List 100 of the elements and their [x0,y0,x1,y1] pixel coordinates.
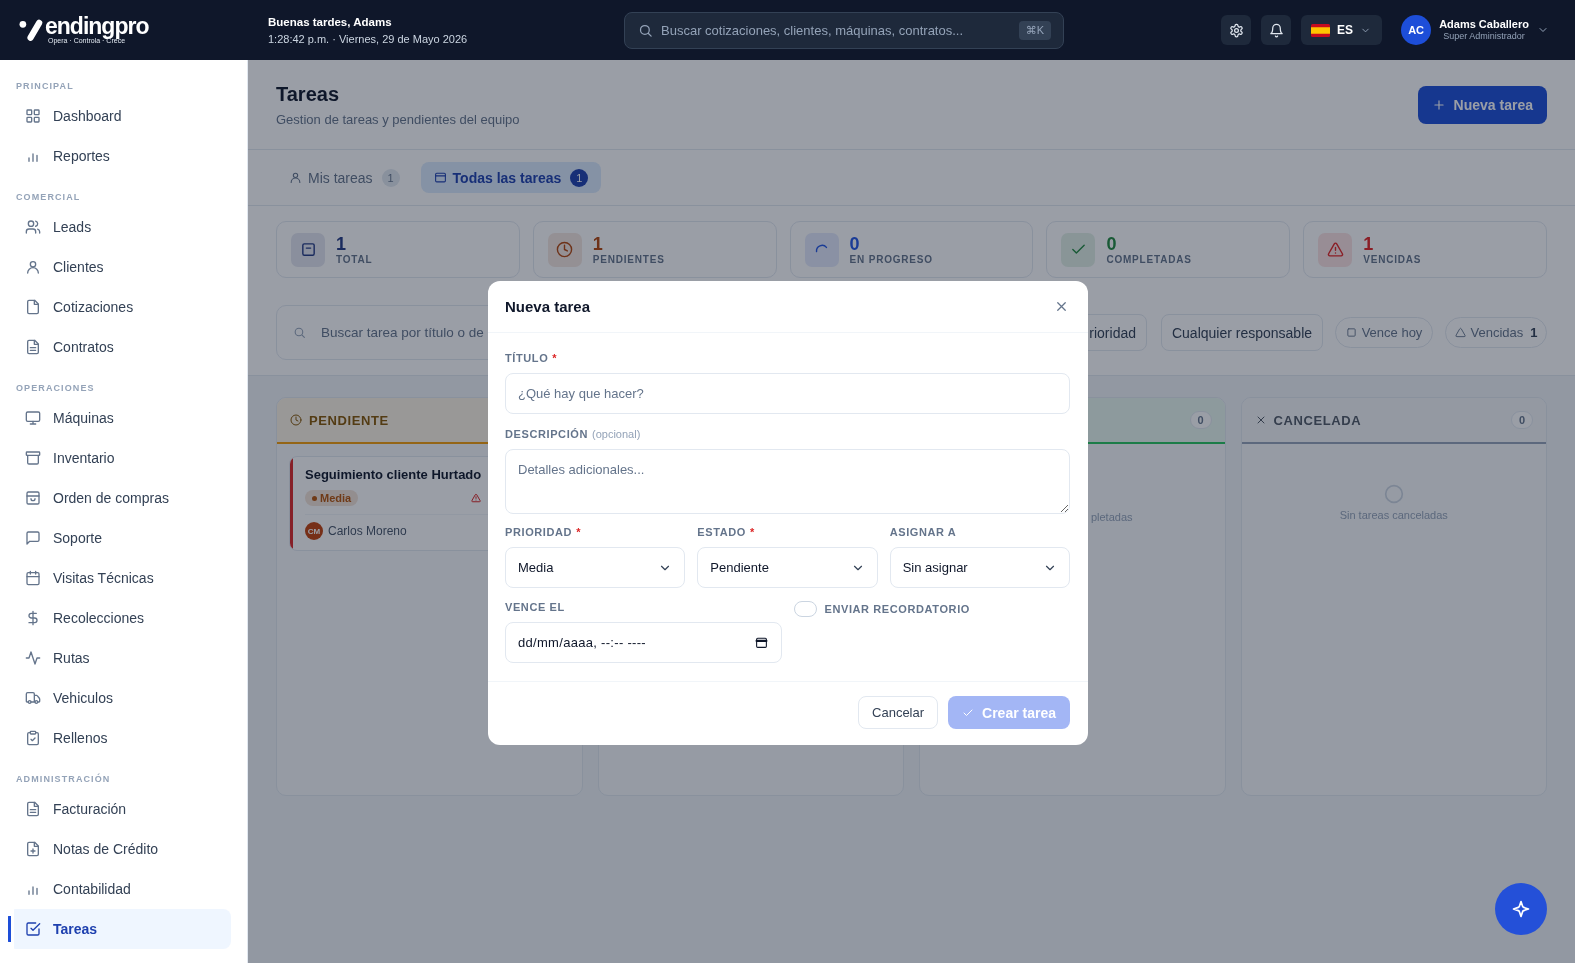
empty-state-text: Sin tareas canceladas [1339,509,1448,521]
search-icon [293,326,306,339]
sidebar-item[interactable]: Clientes [8,247,231,287]
sidebar-item[interactable]: Contratos [8,327,231,367]
stat-value: 0 [849,234,860,254]
required-mark: * [749,526,755,539]
priority-text: Media [320,492,352,504]
sidebar-item[interactable]: Rutas [8,638,231,678]
sidebar-item[interactable]: Cotizaciones [8,287,231,327]
status-select[interactable]: Pendiente [697,547,878,588]
monitor-icon [25,410,41,426]
panel-icon [433,171,447,184]
assignee-select[interactable]: Sin asignar [889,547,1070,588]
sidebar-item[interactable]: Rellenos [8,718,231,758]
sidebar-item[interactable]: Orden de compras [8,478,231,518]
file-icon [25,299,41,315]
sidebar-item[interactable]: Visitas Técnicas [8,558,231,598]
sidebar-item[interactable]: Notas de Crédito [8,829,231,869]
field-label: ASIGNAR A [889,526,957,539]
stat-label: EN PROGRESO [849,254,933,265]
due-date-field[interactable]: dd/mm/aaaa, --:-- ---- [505,622,782,663]
sidebar-item[interactable]: Recolecciones [8,598,231,638]
plus-icon [1431,97,1446,112]
square-icon [291,232,325,267]
truck-icon [25,690,41,706]
stat-label: TOTAL [336,254,373,265]
clock-icon [290,414,302,426]
sidebar-item[interactable]: Vehiculos [8,678,231,718]
sidebar-item[interactable]: Facturación [8,789,231,829]
clipboard-check-icon [25,730,41,746]
clock-icon [547,232,582,267]
sidebar-item[interactable]: Inventario [8,438,231,478]
user-icon [289,171,302,184]
column-count: 0 [1511,411,1533,429]
file-plus-icon [25,841,41,857]
package-icon [25,490,41,506]
stat-value: 0 [1106,234,1117,254]
avatar[interactable]: AC [1401,15,1432,45]
tab-count: 1 [570,168,589,187]
stat-label: VENCIDAS [1363,254,1422,265]
notifications-button[interactable] [1261,15,1292,45]
required-mark: * [576,526,581,539]
sidebar-item[interactable]: Tareas [8,909,231,949]
sidebar-item[interactable]: Máquinas [8,398,231,438]
assignee-filter[interactable]: Cualquier responsable [1161,314,1323,351]
bell-icon [1268,22,1284,38]
dialog-title: Nueva tarea [505,298,591,315]
description-input[interactable]: Detalles adicionales... [505,449,1070,514]
section-label: ADMINISTRACIÓN [16,773,112,785]
gear-icon [1228,22,1244,38]
avatar: CM [305,522,323,540]
page-title: Tareas [276,81,340,106]
cancel-button[interactable]: Cancelar [858,696,939,729]
filter-chip[interactable]: Vencidas 1 [1445,317,1547,348]
checkbox-icon [25,921,41,937]
sidebar-item[interactable]: Reportes [8,136,231,176]
sidebar-item[interactable]: Soporte [8,518,231,558]
dollar-icon [25,610,41,626]
sidebar-item[interactable]: Contabilidad [8,869,231,909]
sidebar-item[interactable]: Dashboard [8,96,231,136]
stat-label: PENDIENTES [592,254,665,265]
new-task-button[interactable]: Nueva tarea [1417,85,1547,124]
search-icon [638,22,653,38]
warning-icon [1318,232,1353,267]
section-label: OPERACIONES [16,382,96,394]
field-label: TÍTULO [505,352,549,365]
archive-icon [25,450,41,466]
task-title: Seguimiento cliente Hurtado [305,466,482,484]
tab[interactable]: Todas las tareas 1 [420,162,602,193]
section-label: COMERCIAL [16,191,82,203]
square-icon [1345,327,1357,338]
field-label: ESTADO [697,526,746,539]
tab-count: 1 [381,168,400,187]
pulse-icon [25,650,41,666]
sidebar-item[interactable]: Leads [8,207,231,247]
stat-value: 1 [1363,234,1374,254]
reminder-toggle[interactable] [793,601,817,617]
user-icon [25,259,41,275]
optional-hint: (opcional) [592,428,641,441]
title-input[interactable]: ¿Qué hay que hacer? [505,373,1070,414]
arc-icon [804,232,839,267]
column-count: 0 [1189,411,1212,429]
calendar-icon [25,570,41,586]
page-subtitle: Gestion de tareas y pendientes del equipo [276,111,520,128]
calendar-icon [754,636,768,649]
datetime-text: 1:28:42 p.m. · Viernes, 29 de Mayo 2026 [268,32,468,45]
stat-value: 1 [336,234,346,254]
field-label: DESCRIPCIÓN [505,428,588,441]
required-mark: * [552,352,557,365]
language-button[interactable]: ES [1301,15,1383,45]
user-role: Super Administrador [1443,31,1525,42]
stat-label: COMPLETADAS [1106,254,1192,265]
section-label: PRINCIPAL [16,80,75,92]
priority-select[interactable]: Media [505,547,686,588]
chat-icon [25,530,41,546]
chip-count: 1 [1530,325,1538,340]
column-title: PENDIENTE [309,412,389,428]
sparkle-icon [1511,899,1531,919]
settings-button[interactable] [1221,15,1252,45]
logo-mark-icon [19,18,44,42]
